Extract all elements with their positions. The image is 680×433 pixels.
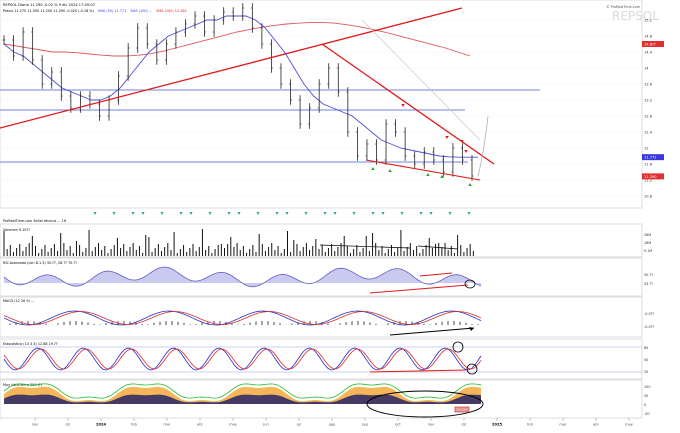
time-tick-label: ago (329, 423, 336, 427)
rsi-tick-label: 50.?? (644, 273, 653, 277)
event-marker (141, 212, 145, 215)
time-tick-label: sep (362, 423, 369, 427)
price-tick-label: 11.6 (644, 162, 653, 166)
price-tick-label: 14 (644, 66, 649, 70)
macd-tick-label: -0.0?? (644, 325, 654, 329)
stoch-axis: 80 50 20 (644, 346, 648, 374)
price-marker-label: 14.6?? (644, 42, 656, 46)
time-tick-label: abr (593, 423, 599, 427)
price-axis: 15.2 14.8 14.4 14 13.6 13.2 12.8 12.4 12 11.6 11.2… (642, 18, 664, 198)
time-tick-label: 2024 (96, 423, 107, 427)
area-panel: Muy Volumen a 250 (?) 100500-50 (0, 379, 650, 419)
price-tick-label: 12.4 (644, 130, 653, 134)
price-tick-label: 12.8 (644, 114, 653, 118)
event-marker (160, 212, 164, 215)
price-tick-label: 10.8 (644, 194, 653, 198)
price-tick-label: 13.2 (644, 98, 652, 102)
rsi-axis: 50.?? 33.?? (644, 273, 653, 286)
time-tick-label: mar (559, 423, 567, 427)
area-axis: 100 50 0 -50 (644, 385, 650, 416)
event-marker (256, 212, 260, 215)
price-marker-label: 11.771 (644, 156, 657, 160)
event-marker (275, 212, 279, 215)
price-tick-label: 13.6 (644, 82, 653, 86)
volume-tick-label: 26M (644, 233, 651, 237)
rsi-tick-label: 33.?? (644, 282, 653, 286)
stoch-tick-label: 20 (644, 370, 648, 374)
event-marker (429, 212, 433, 215)
watermark: REPSOL (612, 9, 659, 23)
stoch-label: Estocástico (14 3 3) 12.88 19.?? (3, 342, 58, 346)
event-marker (352, 212, 356, 215)
macd-tick-label: -0.0?? (644, 312, 654, 316)
event-marker (448, 212, 452, 215)
event-marker (333, 212, 337, 215)
event-marker (189, 212, 193, 215)
stoch-tick-label: 80 (644, 346, 648, 350)
time-tick-label: nov (32, 423, 39, 427)
event-marker (285, 212, 289, 215)
rsi-label: RSI Avanzado (con B.1.3) 35.??, 28.?? 70… (3, 261, 77, 265)
time-tick-label: jun (262, 423, 269, 427)
event-marker (93, 212, 97, 215)
price-tick-label: 14.8 (644, 34, 653, 38)
event-marker (131, 212, 135, 215)
legend-item: SMA (100) ... (130, 9, 152, 13)
time-tick-label: nov (428, 423, 435, 427)
time-tick-label: mar (163, 423, 171, 427)
event-marker (237, 212, 241, 215)
time-axis: nov dic 2024 feb mar abr may jun jul ago sep oct nov… (32, 418, 634, 427)
price-tick-label: 15.2 (644, 18, 652, 22)
area-tick-label: 50 (644, 394, 648, 398)
volume-label: Volumen 9.10?? (3, 228, 30, 232)
area-tick-label: 100 (644, 385, 650, 389)
time-tick-label: 2025 (492, 423, 503, 427)
event-marker (304, 212, 308, 215)
price-panel: REPSOL REPSOL Diario 11.290 -0.02 % 9 di… (0, 0, 664, 215)
event-marker (208, 212, 212, 215)
chart-header: REPSOL Diario 11.290 -0.02 % 9 dic 2024 … (3, 3, 95, 7)
event-marker (323, 212, 327, 215)
area-marker-box (454, 406, 470, 413)
stoch-panel: Estocástico (14 3 3) 12.88 19.?? 80 50 20 (0, 338, 648, 380)
stoch-tick-label: 50 (644, 358, 648, 362)
event-marker (400, 212, 404, 215)
price-tick-label: 12 (644, 146, 649, 150)
event-marker (179, 212, 183, 215)
area-tick-label: 0 (644, 403, 646, 407)
rsi-panel: RSI Avanzado (con B.1.3) 35.??, 28.?? 70… (0, 257, 653, 297)
time-tick-label: oct (395, 423, 401, 427)
chart-canvas[interactable]: REPSOL REPSOL Diario 11.290 -0.02 % 9 di… (0, 0, 680, 429)
macd-panel: MACD (12 26 9) ... -0.0?? -0.0?? (0, 296, 654, 338)
area-tick-label: -50 (644, 412, 650, 416)
event-marker (467, 212, 471, 215)
event-marker (381, 212, 385, 215)
event-marker (419, 212, 423, 215)
volume-panel: ProRealTime.com Señal técnica ... 1H Vol… (0, 219, 652, 258)
stock-chart[interactable]: REPSOL REPSOL Diario 11.290 -0.02 % 9 di… (0, 0, 680, 429)
site-credit: © ProRealTime.com (606, 5, 640, 9)
macd-label: MACD (12 26 9) ... (3, 299, 34, 303)
time-tick-label: dic (461, 423, 466, 427)
event-marker (371, 212, 375, 215)
time-tick-label: may (229, 423, 238, 427)
price-marker-label: 11.290 (644, 175, 657, 179)
legend-item: Precio 11.275 11.300 11.200 11.290 -0.02… (3, 9, 95, 13)
volume-axis: 26M 18M 9.1M (644, 233, 652, 253)
macd-axis: -0.0?? -0.0?? (644, 312, 654, 329)
volume-tick-label: 18M (644, 241, 651, 245)
time-tick-label: feb (131, 423, 137, 427)
event-marker (227, 212, 231, 215)
time-tick-label: feb (527, 423, 533, 427)
time-tick-label: may (625, 423, 634, 427)
time-tick-label: abr (197, 423, 203, 427)
legend-item: SMA (200) 12.282 (156, 9, 187, 13)
time-tick-label: jul (296, 423, 301, 427)
time-tick-label: dic (65, 423, 70, 427)
price-tick-label: 14.4 (644, 50, 653, 54)
drawings-label: ProRealTime.com Señal técnica ... 1H (3, 219, 67, 223)
event-marker (112, 212, 116, 215)
legend-item: SMA (50) 11.771 (98, 9, 126, 13)
volume-tick-label: 9.1M (644, 249, 652, 253)
